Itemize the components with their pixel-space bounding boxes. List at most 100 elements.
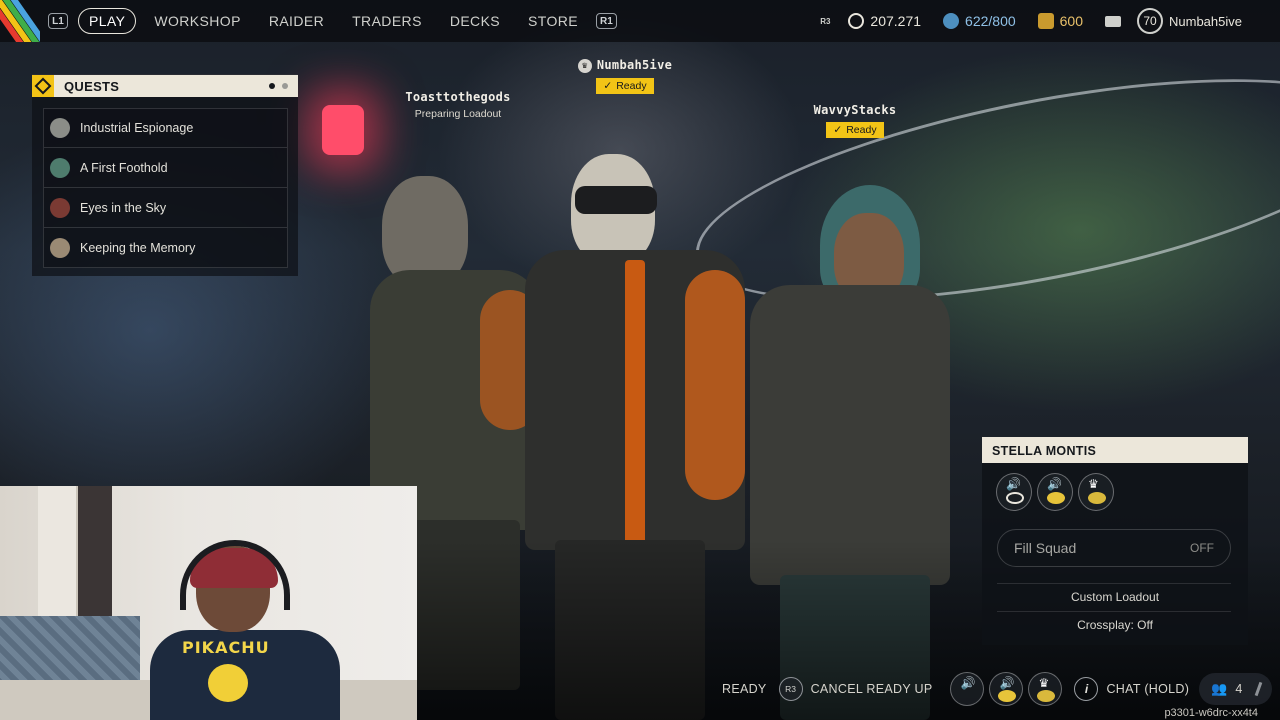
quest-item[interactable]: Eyes in the Sky	[43, 188, 288, 228]
cancel-ready-up-button[interactable]: CANCEL READY UP	[811, 682, 933, 696]
mic-icon	[1254, 681, 1262, 697]
tab-raider[interactable]: RAIDER	[259, 8, 334, 34]
quests-header: QUESTS	[32, 75, 298, 97]
profile-button[interactable]: 70 Numbah5ive	[1137, 8, 1242, 34]
party-count: 4	[1235, 682, 1243, 696]
quest-giver-avatar	[50, 157, 70, 178]
fill-squad-toggle[interactable]: Fill Squad OFF	[997, 529, 1231, 567]
quests-title: QUESTS	[64, 78, 120, 94]
squad-member-voice[interactable]: ♛	[1078, 473, 1114, 511]
squad-member-voice[interactable]: 🔊	[989, 672, 1024, 706]
webcam-overlay: PIKACHU	[0, 486, 417, 720]
quest-giver-avatar	[50, 197, 70, 218]
fill-squad-value: OFF	[1190, 541, 1214, 555]
tab-decks[interactable]: DECKS	[440, 8, 510, 34]
r1-hint: R1	[596, 13, 617, 29]
streamer: PIKACHU	[150, 540, 340, 720]
bottom-action-bar: READY R3 CANCEL READY UP 🔊 🔊 ♛ i CHAT (H…	[700, 668, 1272, 710]
shirt-print: PIKACHU	[182, 638, 270, 657]
pikachu-graphic	[208, 664, 248, 702]
tab-workshop[interactable]: WORKSHOP	[144, 8, 250, 34]
ready-badge: ✓ Ready	[826, 122, 884, 138]
crown-icon: ♛	[577, 58, 592, 73]
info-icon[interactable]: i	[1074, 677, 1099, 701]
squad-member-left-tag: Toasttothegods Preparing Loadout	[388, 90, 528, 120]
divider	[997, 611, 1231, 612]
squad-member-name: WavvyStacks	[813, 103, 897, 117]
quests-panel: QUESTS Industrial Espionage A First Foot…	[32, 74, 298, 276]
currency-bar: R3 207.271 622/800 600 70 Numbah5ive	[820, 0, 1280, 42]
main-nav: L1 PLAY WORKSHOP RAIDER TRADERS DECKS ST…	[48, 8, 617, 34]
squad-leader-name: Numbah5ive	[596, 58, 673, 72]
member-emblem-icon	[1088, 492, 1106, 504]
coins-value: 600	[1059, 13, 1083, 29]
chat-hold-button[interactable]: CHAT (HOLD)	[1106, 682, 1189, 696]
party-icon: 👥	[1211, 681, 1228, 696]
quest-label: Industrial Espionage	[80, 121, 194, 135]
quests-page-dots[interactable]	[269, 83, 288, 89]
coins-stat[interactable]: 600	[1037, 13, 1083, 29]
crossplay-setting[interactable]: Crossplay: Off	[982, 618, 1248, 632]
speaker-icon: 🔊	[1047, 477, 1062, 491]
speaker-icon: 🔊	[960, 676, 976, 690]
headset	[180, 540, 290, 610]
crown-icon: ♛	[1038, 676, 1050, 690]
squad-member-voice[interactable]: ♛	[1028, 672, 1063, 706]
rainbow-stripes-logo	[0, 0, 40, 42]
member-emblem-icon	[1047, 492, 1065, 504]
quest-giver-avatar	[50, 237, 70, 258]
credits-icon	[943, 13, 960, 29]
crown-icon: ♛	[1088, 477, 1099, 491]
squad-member-right-tag: WavvyStacks ✓ Ready	[795, 103, 915, 138]
tab-store[interactable]: STORE	[518, 8, 588, 34]
mail-icon	[1105, 15, 1121, 27]
r3-button-hint: R3	[778, 677, 803, 701]
fill-squad-label: Fill Squad	[1014, 540, 1077, 556]
member-emblem-icon	[1006, 492, 1024, 504]
voice-icons: 🔊 🔊 ♛	[950, 672, 1063, 706]
ready-label: READY	[722, 682, 767, 696]
quest-item[interactable]: Keeping the Memory	[43, 228, 288, 268]
custom-loadout-button[interactable]: Custom Loadout	[982, 590, 1248, 604]
credits-value: 622/800	[965, 13, 1016, 29]
credits-stat[interactable]: 622/800	[943, 13, 1016, 29]
member-emblem-icon	[998, 690, 1017, 702]
squad-leader-tag: ♛ Numbah5ive ✓ Ready	[560, 58, 690, 94]
party-button[interactable]: 👥 4	[1199, 673, 1272, 705]
squad-member-voice[interactable]: 🔊	[996, 473, 1032, 511]
raider-tokens-stat[interactable]: 207.271	[848, 13, 921, 29]
raider-tokens-icon	[848, 13, 865, 29]
squad-member-voice[interactable]: 🔊	[1037, 473, 1073, 511]
quest-label: Keeping the Memory	[80, 240, 196, 255]
username: Numbah5ive	[1169, 13, 1242, 29]
l1-hint: L1	[48, 13, 68, 29]
member-emblem-icon	[1037, 690, 1056, 702]
r3-hint: R3	[820, 16, 831, 26]
tab-traders[interactable]: TRADERS	[342, 8, 432, 34]
speaker-icon: 🔊	[1006, 477, 1021, 491]
check-icon: ✓	[833, 124, 843, 136]
map-panel: STELLA MONTIS 🔊 🔊 ♛ Fill Squad OFF Custo…	[982, 437, 1248, 645]
coins-icon	[1037, 13, 1054, 29]
member-status: Preparing Loadout	[414, 108, 502, 120]
squad-voice-icons: 🔊 🔊 ♛	[996, 473, 1114, 511]
quest-label: Eyes in the Sky	[80, 200, 167, 215]
speaker-icon: 🔊	[999, 676, 1015, 690]
red-lamp	[322, 105, 364, 155]
quest-item[interactable]: Industrial Espionage	[43, 108, 288, 148]
squad-member-voice[interactable]: 🔊	[950, 672, 985, 706]
quest-item[interactable]: A First Foothold	[43, 148, 288, 188]
session-id: p3301-w6drc-xx4t4	[1164, 707, 1258, 719]
top-navigation-bar: L1 PLAY WORKSHOP RAIDER TRADERS DECKS ST…	[0, 0, 1280, 42]
quest-list: Industrial Espionage A First Foothold Ey…	[43, 108, 288, 268]
mail-button[interactable]	[1105, 15, 1121, 27]
squad-member-name: Toasttothegods	[405, 90, 511, 104]
divider	[997, 583, 1231, 584]
level-badge: 70	[1137, 8, 1163, 34]
map-title: STELLA MONTIS	[982, 437, 1248, 463]
tab-play[interactable]: PLAY	[78, 8, 137, 34]
webcam-closet	[78, 486, 112, 636]
ready-badge: ✓ Ready	[596, 77, 654, 94]
raider-tokens-value: 207.271	[870, 13, 922, 29]
check-icon: ✓	[603, 79, 613, 92]
